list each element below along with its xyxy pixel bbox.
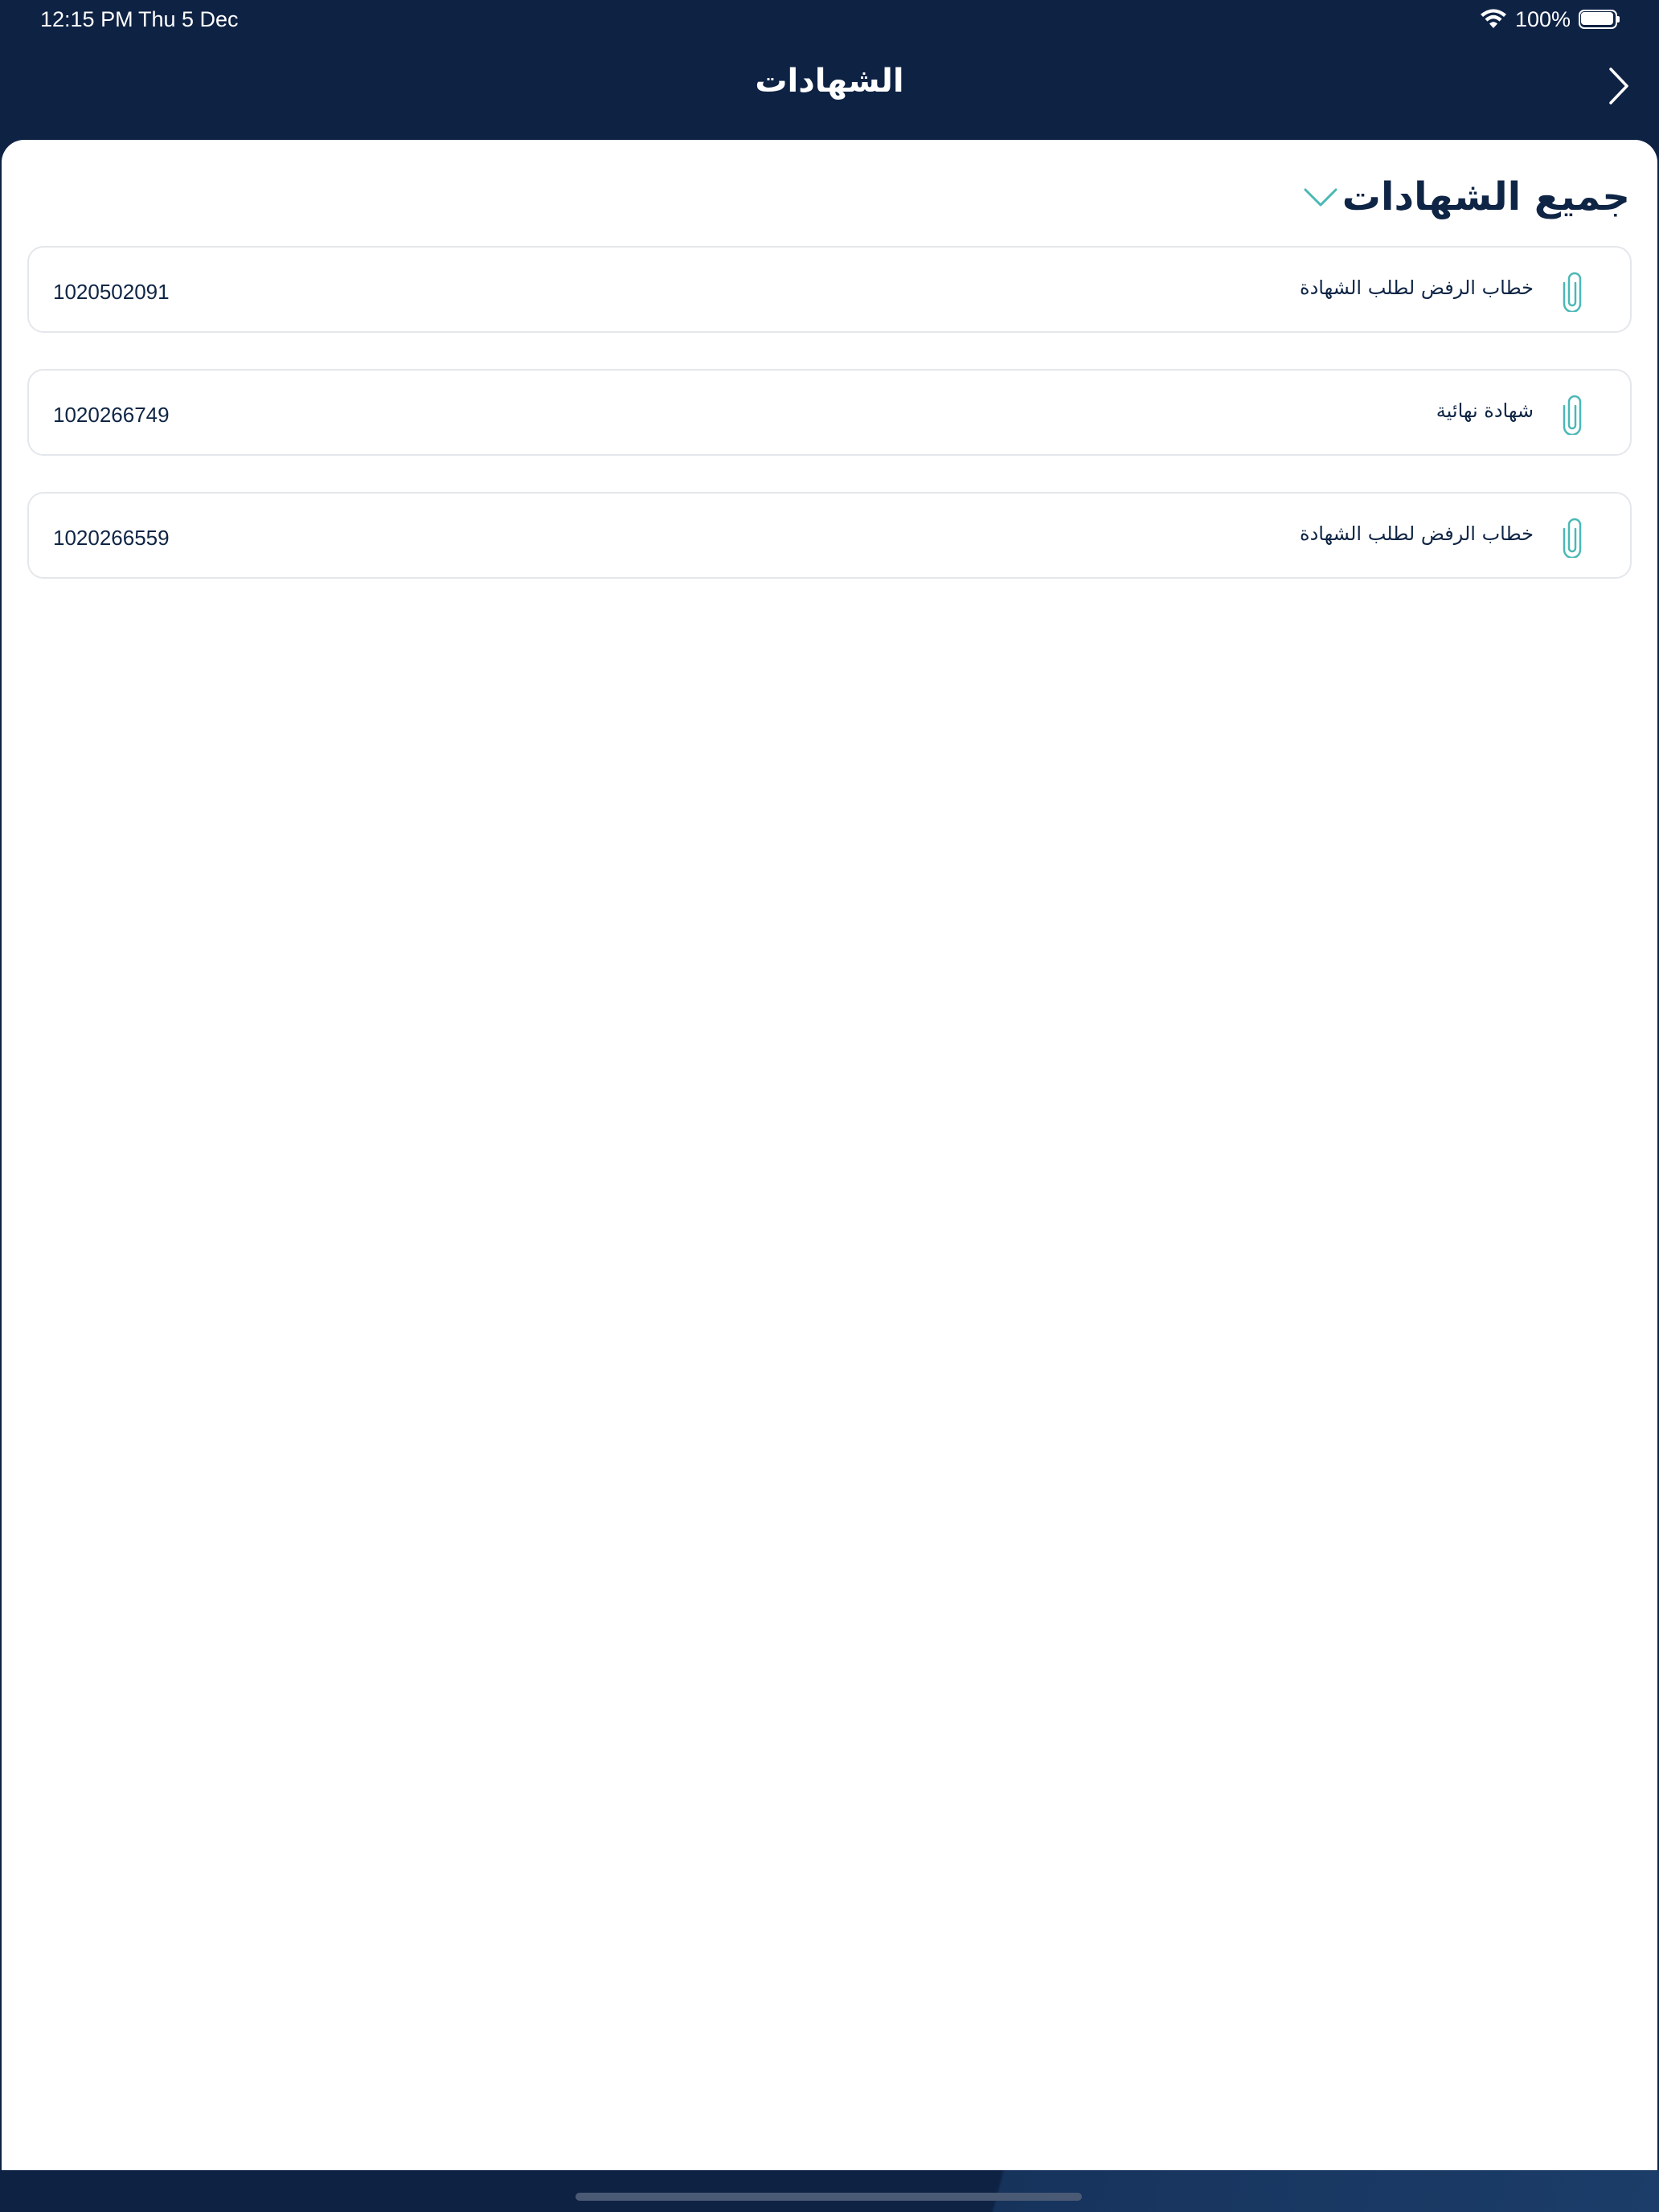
back-button[interactable]: [1593, 58, 1641, 114]
navigation-bar: الشهادات: [0, 39, 1659, 140]
filter-label: جميع الشهادات: [1342, 174, 1630, 219]
page-title: الشهادات: [755, 63, 904, 100]
certificate-filter-dropdown[interactable]: جميع الشهادات: [1302, 169, 1630, 225]
certificate-number: 1020502091: [53, 280, 170, 304]
home-indicator[interactable]: [576, 2193, 1082, 2201]
status-date: Thu 5 Dec: [138, 7, 239, 31]
certificate-item[interactable]: 1020502091 خطاب الرفض لطلب الشهادة: [27, 246, 1632, 333]
status-bar: 12:15 PM Thu 5 Dec 100%: [0, 0, 1659, 39]
certificate-title: شهادة نهائية: [1436, 399, 1534, 422]
certificate-title: خطاب الرفض لطلب الشهادة: [1300, 276, 1534, 299]
chevron-right-icon: [1609, 68, 1628, 104]
chevron-down-icon: [1304, 188, 1337, 207]
certificate-title: خطاب الرفض لطلب الشهادة: [1300, 522, 1534, 545]
certificate-item[interactable]: 1020266749 شهادة نهائية: [27, 369, 1632, 456]
home-indicator-area: [0, 2170, 1659, 2212]
status-indicators: 100%: [1480, 6, 1620, 32]
wifi-icon: [1480, 9, 1506, 28]
battery-icon: [1579, 10, 1620, 29]
battery-percentage: 100%: [1514, 6, 1571, 31]
paperclip-icon: [1563, 518, 1582, 558]
paperclip-icon: [1563, 395, 1582, 435]
paperclip-icon: [1563, 272, 1582, 312]
certificate-number: 1020266749: [53, 403, 170, 427]
status-time: 12:15 PM: [40, 7, 133, 31]
certificate-item[interactable]: 1020266559 خطاب الرفض لطلب الشهادة: [27, 492, 1632, 579]
certificate-number: 1020266559: [53, 526, 170, 550]
content-sheet: جميع الشهادات 1020502091 خطاب الرفض لطلب…: [2, 140, 1657, 2170]
